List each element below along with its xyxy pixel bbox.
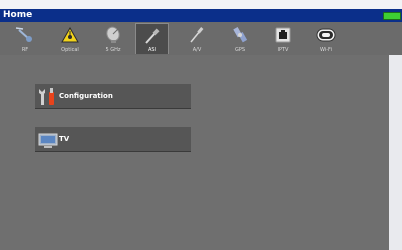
- tab-gps-label: GPS: [234, 47, 246, 53]
- tab-asi[interactable]: ASI: [135, 23, 169, 54]
- main-panel: Configuration TV: [0, 55, 389, 250]
- tab-5ghz-label: 5 GHz: [105, 47, 121, 53]
- tv-icon: [38, 130, 58, 149]
- tab-optical[interactable]: Optical: [53, 23, 87, 54]
- tv-button[interactable]: TV: [35, 127, 191, 152]
- tab-iptv[interactable]: IPTV: [266, 23, 300, 54]
- tv-label: TV: [59, 135, 70, 143]
- app-screen: Home RF Optical 5 GHz ASI A/V GPS IPTV W…: [0, 0, 402, 250]
- asi-cable-icon: [136, 26, 168, 45]
- configuration-label: Configuration: [59, 92, 113, 100]
- tab-rf[interactable]: RF: [8, 23, 42, 54]
- tab-rf-label: RF: [21, 47, 29, 53]
- laser-warning-icon: [53, 25, 87, 44]
- tab-iptv-label: IPTV: [277, 47, 289, 53]
- right-margin: [389, 55, 402, 250]
- av-cable-icon: [180, 25, 214, 44]
- ethernet-port-icon: [266, 25, 300, 44]
- tab-gps[interactable]: GPS: [223, 23, 257, 54]
- tab-5ghz[interactable]: 5 GHz: [96, 23, 130, 54]
- tab-av[interactable]: A/V: [180, 23, 214, 54]
- window-title: Home: [3, 10, 33, 20]
- tab-optical-label: Optical: [61, 47, 79, 53]
- tab-wifi[interactable]: Wi-Fi: [309, 23, 343, 54]
- antenna-icon: [8, 25, 42, 44]
- wifi-icon: [309, 25, 343, 44]
- configuration-button[interactable]: Configuration: [35, 84, 191, 109]
- tab-bar: RF Optical 5 GHz ASI A/V GPS IPTV Wi-Fi: [0, 22, 402, 55]
- satellite-dish-icon: [96, 25, 130, 44]
- battery-icon: [383, 12, 401, 20]
- title-bar: Home: [0, 9, 402, 22]
- gps-satellite-icon: [223, 25, 257, 44]
- tab-asi-label: ASI: [147, 47, 157, 53]
- tab-wifi-label: Wi-Fi: [320, 47, 332, 53]
- tab-av-label: A/V: [192, 47, 202, 53]
- tools-icon: [38, 87, 58, 106]
